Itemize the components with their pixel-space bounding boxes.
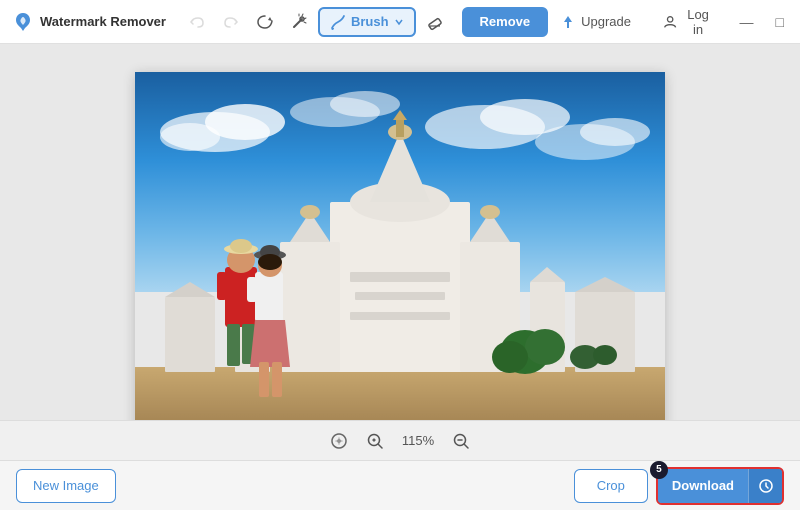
remove-button[interactable]: Remove (462, 7, 549, 37)
title-bar: Watermark Remover (0, 0, 800, 44)
brush-label: Brush (351, 14, 389, 29)
eraser-icon (426, 13, 444, 31)
reset-zoom-button[interactable] (326, 428, 352, 454)
upgrade-button[interactable]: Upgrade (548, 7, 643, 37)
image-container[interactable] (135, 72, 665, 432)
zoom-out-icon (452, 432, 470, 450)
brush-chevron-icon (394, 17, 404, 27)
magic-wand-button[interactable] (284, 7, 314, 37)
zoom-out-button[interactable] (448, 428, 474, 454)
zoom-in-icon (366, 432, 384, 450)
brush-button[interactable]: Brush (318, 7, 416, 37)
app-logo: Watermark Remover (12, 11, 166, 33)
brush-icon (330, 14, 346, 30)
toolbar-left: Brush Remove (182, 7, 548, 37)
toolbar-right: Upgrade Log in — □ ✕ (548, 7, 800, 37)
undo-button[interactable] (182, 7, 212, 37)
magic-wand-icon (290, 13, 308, 31)
app-logo-icon (12, 11, 34, 33)
zoom-bar: 115% (0, 420, 800, 460)
crop-button[interactable]: Crop (574, 469, 648, 503)
reset-zoom-icon (330, 432, 348, 450)
download-history-button[interactable] (748, 469, 782, 503)
maximize-icon: □ (776, 14, 784, 30)
app-title: Watermark Remover (40, 14, 166, 29)
eraser-button[interactable] (420, 7, 450, 37)
photo-scene (135, 72, 665, 432)
redo-icon (223, 14, 239, 30)
footer-right: Crop 5 Download (574, 467, 784, 505)
lasso-icon (256, 13, 274, 31)
maximize-window-button[interactable]: □ (767, 8, 792, 36)
user-icon (663, 14, 677, 30)
footer-bar: New Image Crop 5 Download (0, 460, 800, 510)
canvas-area (0, 44, 800, 460)
clock-icon (758, 478, 774, 494)
lasso-button[interactable] (250, 7, 280, 37)
minimize-icon: — (740, 14, 754, 30)
notification-badge: 5 (650, 461, 668, 479)
redo-button[interactable] (216, 7, 246, 37)
minimize-window-button[interactable]: — (734, 8, 759, 36)
new-image-button[interactable]: New Image (16, 469, 116, 503)
login-button[interactable]: Log in (651, 7, 726, 37)
zoom-level: 115% (398, 433, 438, 448)
upgrade-icon (560, 14, 576, 30)
undo-icon (189, 14, 205, 30)
download-button[interactable]: Download (658, 469, 748, 503)
zoom-in-button[interactable] (362, 428, 388, 454)
download-group: 5 Download (656, 467, 784, 505)
